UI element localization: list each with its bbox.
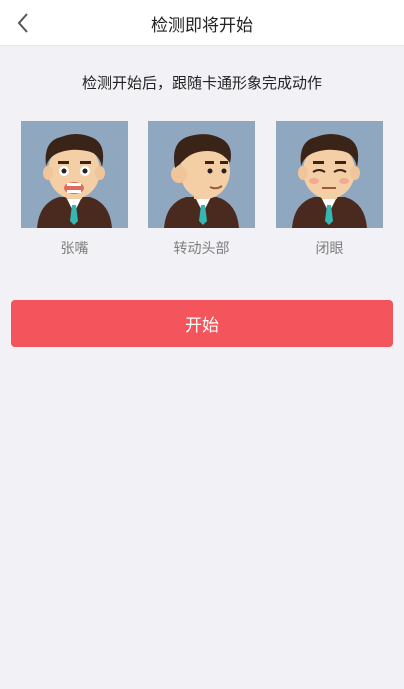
instruction-text: 检测开始后，跟随卡通形象完成动作: [81, 74, 322, 92]
action-card-open-mouth: 张嘴: [21, 121, 128, 258]
nav-bar: 检测即将开始: [0, 0, 404, 46]
action-cards: 张嘴 转动头部 闭眼: [0, 121, 404, 261]
action-label-turn-head: 转动头部: [173, 241, 230, 257]
cartoon-close-eyes-image: [276, 121, 383, 228]
cartoon-turn-head-image: [148, 121, 255, 228]
action-label-close-eyes: 闭眼: [315, 241, 344, 257]
start-button[interactable]: 开始: [11, 300, 393, 347]
action-card-turn-head: 转动头部: [148, 121, 255, 258]
cartoon-open-mouth-image: [21, 121, 128, 228]
main-content: 检测开始后，跟随卡通形象完成动作 张嘴 转动头部 闭眼 开始: [0, 46, 404, 689]
action-card-close-eyes: 闭眼: [276, 121, 383, 258]
page-title: 检测即将开始: [151, 15, 253, 36]
action-label-open-mouth: 张嘴: [60, 241, 89, 257]
